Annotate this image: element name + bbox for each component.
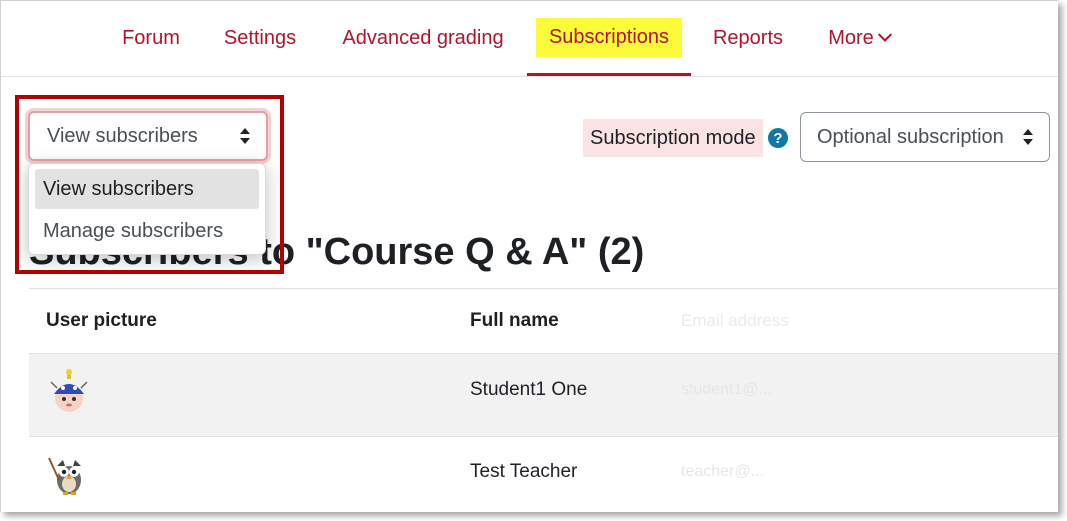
chevron-down-icon <box>877 27 892 42</box>
table-row: Student1 One student1@... <box>29 354 1058 437</box>
view-select-dropdown: View subscribers Manage subscribers <box>28 163 266 255</box>
view-select-value: View subscribers <box>47 124 198 147</box>
column-header-email[interactable]: Email address <box>681 289 789 353</box>
cell-full-name: Test Teacher <box>470 461 578 482</box>
tab-settings-label: Settings <box>223 27 297 49</box>
tab-more-label: More <box>828 27 874 49</box>
select-arrows-icon <box>240 128 250 144</box>
table-header-row: User picture Full name Email address <box>29 288 1058 355</box>
tab-forum-label: Forum <box>122 27 180 49</box>
column-header-user-picture[interactable]: User picture <box>46 289 157 353</box>
cell-full-name: Student1 One <box>470 379 588 400</box>
table-row: Test Teacher teacher@... <box>29 436 1058 512</box>
tab-reports-label: Reports <box>712 27 784 49</box>
subscription-mode-label: Subscription mode <box>583 119 763 157</box>
column-header-full-name[interactable]: Full name <box>470 289 559 353</box>
tab-subscriptions[interactable]: Subscriptions <box>527 1 691 76</box>
tab-advanced-grading-label: Advanced grading <box>342 27 504 49</box>
tab-advanced-grading[interactable]: Advanced grading <box>326 1 520 76</box>
screenshot-frame: Forum Settings Advanced grading Subscrip… <box>0 0 1058 512</box>
tab-reports[interactable]: Reports <box>699 1 797 76</box>
option-manage-subscribers[interactable]: Manage subscribers <box>35 211 259 251</box>
cell-email: student1@... <box>681 381 772 398</box>
subscription-mode-value: Optional subscription <box>817 125 1004 148</box>
secondary-navigation: Forum Settings Advanced grading Subscrip… <box>1 1 1058 77</box>
select-arrows-icon <box>1023 129 1033 145</box>
tab-more[interactable]: More <box>813 1 905 76</box>
option-view-subscribers[interactable]: View subscribers <box>35 169 259 209</box>
user-avatar <box>48 457 81 495</box>
user-avatar <box>50 369 88 412</box>
cell-email: teacher@... <box>681 463 764 480</box>
tab-forum[interactable]: Forum <box>105 1 197 76</box>
tab-subscriptions-label: Subscriptions <box>535 17 683 57</box>
view-subscribers-select[interactable]: View subscribers <box>28 111 268 161</box>
help-icon[interactable]: ? <box>768 128 788 148</box>
subscription-mode-select[interactable]: Optional subscription <box>800 112 1050 162</box>
tab-settings[interactable]: Settings <box>209 1 311 76</box>
